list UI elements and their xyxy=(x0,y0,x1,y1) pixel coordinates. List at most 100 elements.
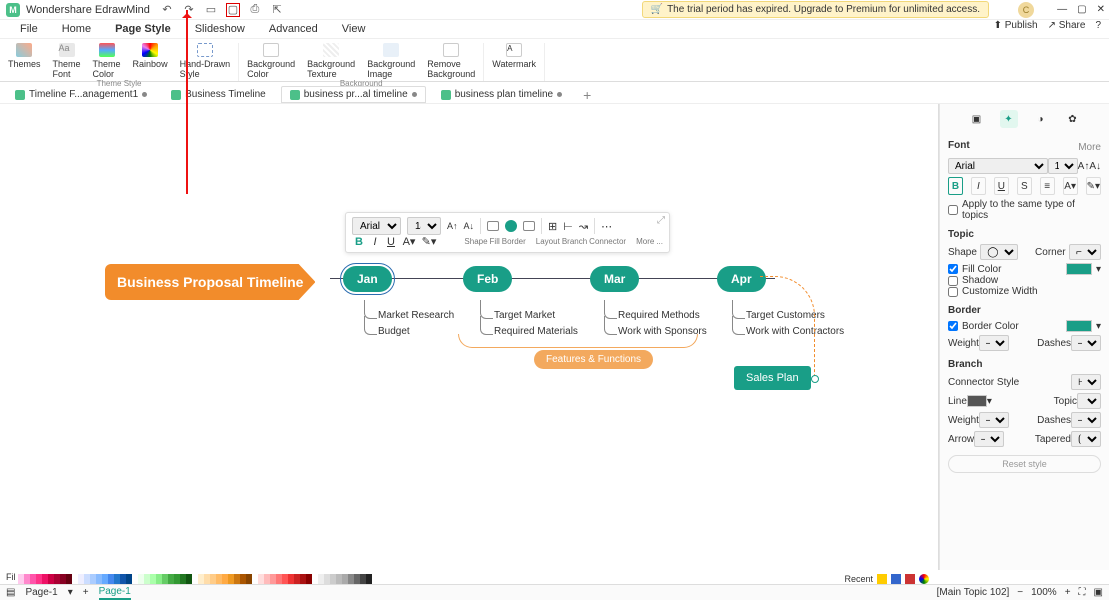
child-node[interactable]: Budget xyxy=(378,326,410,337)
rainbow-button[interactable]: Rainbow xyxy=(131,43,170,79)
border-icon[interactable] xyxy=(523,221,535,231)
bordercolor-swatch[interactable] xyxy=(1066,320,1092,332)
fontcolor-button[interactable]: A▾ xyxy=(1063,177,1078,195)
avatar[interactable]: C xyxy=(1018,2,1034,18)
watermark-button[interactable]: AWatermark xyxy=(490,43,538,69)
menu-slideshow[interactable]: Slideshow xyxy=(193,21,247,37)
italic-button[interactable]: I xyxy=(368,236,382,248)
doc-tab-4[interactable]: business plan timeline xyxy=(432,86,571,103)
export-icon[interactable]: ⇱ xyxy=(270,3,284,17)
child-node[interactable]: Market Research xyxy=(378,310,454,321)
dashes-select[interactable]: — xyxy=(1071,335,1101,351)
recent-swatch[interactable] xyxy=(891,574,901,584)
more-icon[interactable]: ⋯ xyxy=(601,220,612,233)
bordercolor-check[interactable] xyxy=(948,321,958,331)
size-select[interactable]: 14 xyxy=(407,217,441,235)
fillcolor-swatch[interactable] xyxy=(1066,263,1092,275)
menu-view[interactable]: View xyxy=(340,21,368,37)
size-select[interactable]: 14 xyxy=(1048,158,1078,174)
menu-advanced[interactable]: Advanced xyxy=(267,21,320,37)
month-jan[interactable]: Jan xyxy=(343,266,392,292)
page-tab[interactable]: Page-1 xyxy=(99,586,131,600)
doc-tab-1[interactable]: Timeline F...anagement1 xyxy=(6,86,156,103)
page-add-icon[interactable]: + xyxy=(83,587,89,598)
more-link[interactable]: More xyxy=(1078,142,1101,153)
fill-icon[interactable] xyxy=(505,220,517,232)
color-swatch[interactable] xyxy=(366,574,372,584)
share-button[interactable]: ↗ Share xyxy=(1048,20,1086,31)
menu-pagestyle[interactable]: Page Style xyxy=(113,21,173,37)
help-icon[interactable]: ? xyxy=(1095,20,1101,31)
themes-button[interactable]: Themes xyxy=(6,43,43,79)
print-icon[interactable]: ⎙ xyxy=(248,3,262,17)
menu-file[interactable]: File xyxy=(18,21,40,37)
minimize-button[interactable]: — xyxy=(1057,4,1067,15)
view-icon[interactable]: ▣ xyxy=(1094,587,1103,598)
maximize-button[interactable]: ▢ xyxy=(1077,4,1086,15)
panel-tab-style-icon[interactable]: ✦ xyxy=(1000,110,1018,128)
menu-home[interactable]: Home xyxy=(60,21,93,37)
weight-select[interactable]: — xyxy=(979,335,1009,351)
root-node[interactable]: Business Proposal Timeline xyxy=(105,264,315,300)
remove-bg-button[interactable]: Remove Background xyxy=(425,43,477,79)
panel-tab-page-icon[interactable]: ▣ xyxy=(968,110,986,128)
theme-font-button[interactable]: AaTheme Font xyxy=(51,43,83,79)
apply-same-check[interactable] xyxy=(948,205,958,215)
add-tab-button[interactable]: + xyxy=(577,87,597,103)
month-apr[interactable]: Apr xyxy=(717,266,766,292)
fontcolor-button[interactable]: A▾ xyxy=(400,235,418,248)
underline-button[interactable]: U xyxy=(384,236,398,248)
layout-icon[interactable]: ▭ xyxy=(204,3,218,17)
float-close-icon[interactable]: ⤢ xyxy=(657,215,665,226)
zoom-in-icon[interactable]: + xyxy=(1065,587,1071,598)
undo-icon[interactable]: ↶ xyxy=(160,3,174,17)
branch-icon[interactable]: ⊢ xyxy=(563,220,573,233)
arrow-select[interactable]: — xyxy=(974,431,1004,447)
shape-select[interactable]: ◯ xyxy=(980,244,1018,260)
highlight-button[interactable]: ✎▾ xyxy=(420,235,438,248)
panel-tab-tag-icon[interactable]: ◑ xyxy=(1032,110,1050,128)
recent-swatch[interactable] xyxy=(905,574,915,584)
highlight-button[interactable]: ✎▾ xyxy=(1086,177,1101,195)
italic-button[interactable]: I xyxy=(971,177,986,195)
bold-button[interactable]: B xyxy=(352,236,366,248)
zoom-out-icon[interactable]: − xyxy=(1017,587,1023,598)
close-button[interactable]: ✕ xyxy=(1097,4,1105,15)
shape-icon[interactable] xyxy=(487,221,499,231)
align-button[interactable]: ≡ xyxy=(1040,177,1055,195)
layout-icon[interactable]: ⊞ xyxy=(548,220,557,233)
font-select[interactable]: Arial xyxy=(948,158,1048,174)
present-icon[interactable]: ▢ xyxy=(226,3,240,17)
month-mar[interactable]: Mar xyxy=(590,266,639,292)
outline-icon[interactable]: ▤ xyxy=(6,587,15,598)
bweight-select[interactable]: — xyxy=(979,412,1009,428)
bold-button[interactable]: B xyxy=(948,177,963,195)
panel-tab-icons-icon[interactable]: ✿ xyxy=(1064,110,1082,128)
font-decrease-icon[interactable]: A↓ xyxy=(1089,161,1101,172)
corner-select[interactable]: ⌐ xyxy=(1069,244,1101,260)
child-node[interactable]: Required Methods xyxy=(618,310,700,321)
line-swatch[interactable] xyxy=(967,395,987,407)
features-node[interactable]: Features & Functions xyxy=(534,350,653,369)
color-strip[interactable] xyxy=(18,574,939,584)
doc-tab-2[interactable]: Business Timeline xyxy=(162,86,275,103)
bg-color-button[interactable]: Background Color xyxy=(245,43,297,79)
doc-tab-3[interactable]: business pr...al timeline xyxy=(281,86,426,103)
theme-color-button[interactable]: Theme Color xyxy=(91,43,123,79)
bg-texture-button[interactable]: Background Texture xyxy=(305,43,357,79)
shadow-check[interactable] xyxy=(948,276,958,286)
page-dropdown-icon[interactable]: ▾ xyxy=(68,587,73,598)
strike-button[interactable]: S xyxy=(1017,177,1032,195)
bg-image-button[interactable]: Background Image xyxy=(365,43,417,79)
font-increase-icon[interactable]: A↑ xyxy=(447,221,458,231)
month-feb[interactable]: Feb xyxy=(463,266,512,292)
connector-select[interactable]: ⊢ xyxy=(1071,374,1101,390)
font-decrease-icon[interactable]: A↓ xyxy=(464,221,475,231)
reset-style-button[interactable]: Reset style xyxy=(948,455,1101,473)
connector-icon[interactable]: ↝ xyxy=(579,220,588,233)
publish-button[interactable]: ⬆ Publish xyxy=(994,20,1038,31)
topic-select[interactable] xyxy=(1077,393,1101,409)
bdashes-select[interactable]: — xyxy=(1071,412,1101,428)
canvas[interactable]: ⤢ Arial 14 A↑ A↓ ⊞ ⊢ ↝ ⋯ B I U xyxy=(0,104,939,570)
fillcolor-check[interactable] xyxy=(948,264,958,274)
